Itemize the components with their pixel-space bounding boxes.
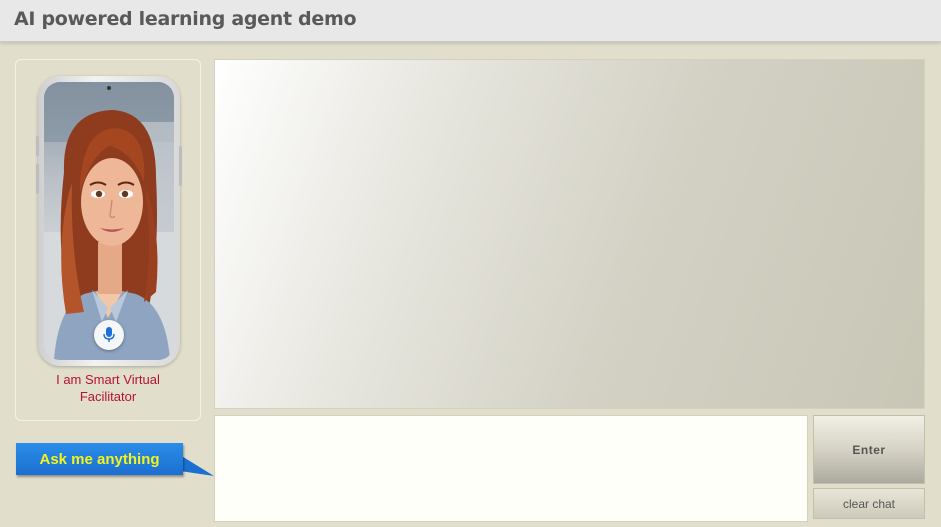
ask-callout: Ask me anything [16,443,216,479]
enter-button[interactable]: Enter [813,415,925,484]
app-header: AI powered learning agent demo [0,0,941,42]
ask-label: Ask me anything [16,443,183,475]
response-display-area [214,59,925,409]
clear-chat-button[interactable]: clear chat [813,488,925,519]
microphone-icon [103,327,115,342]
camera-dot [107,86,111,90]
avatar-caption: I am Smart Virtual Facilitator [16,371,200,405]
avatar-panel: I am Smart Virtual Facilitator [15,59,201,421]
page-title: AI powered learning agent demo [14,8,357,30]
chat-input[interactable] [214,415,808,522]
microphone-button[interactable] [94,320,124,350]
avatar-caption-line2: Facilitator [79,389,137,404]
avatar-screen [44,82,174,360]
avatar-caption-line1: I am Smart Virtual [56,372,160,387]
avatar-illustration [44,82,174,360]
phone-frame [36,76,182,366]
